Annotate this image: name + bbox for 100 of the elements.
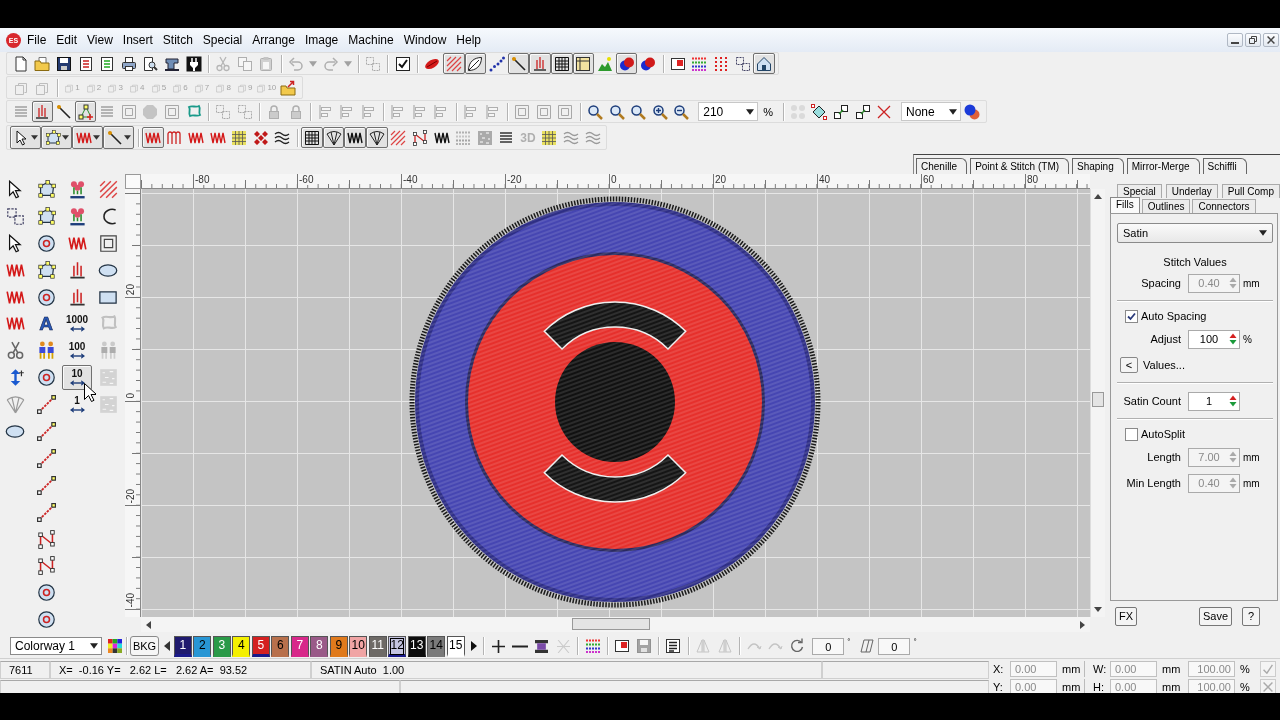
unit-label: mm bbox=[1162, 680, 1180, 693]
toolbar-button[interactable] bbox=[344, 127, 366, 148]
color-grid-icon[interactable] bbox=[108, 639, 122, 653]
tab[interactable]: Underlay bbox=[1165, 184, 1218, 198]
number-field[interactable]: 100 bbox=[1188, 329, 1240, 349]
unit-label: mm bbox=[1062, 680, 1080, 693]
tab[interactable]: Pull Comp bbox=[1221, 184, 1280, 198]
minimize-button[interactable] bbox=[1227, 33, 1243, 47]
toolbar-button[interactable] bbox=[753, 53, 775, 74]
color-swatch[interactable]: 2 bbox=[193, 635, 212, 657]
menu-item[interactable]: Machine bbox=[343, 31, 399, 49]
color-swatch[interactable]: 10 bbox=[349, 635, 368, 657]
checkbox[interactable] bbox=[1125, 427, 1138, 441]
angle-field[interactable]: 0 bbox=[878, 637, 911, 655]
tool-button[interactable]: A bbox=[31, 311, 61, 337]
tool-button[interactable]: 100 bbox=[62, 338, 92, 364]
toolbar-button[interactable] bbox=[31, 101, 54, 122]
toolbar-button[interactable] bbox=[322, 127, 345, 148]
checkbox-icon bbox=[394, 55, 411, 72]
dropdown[interactable]: 210 bbox=[698, 102, 759, 121]
toolbar-button[interactable] bbox=[301, 127, 323, 148]
color-swatch[interactable]: 8 bbox=[310, 635, 329, 657]
menu-item[interactable]: File bbox=[22, 31, 52, 49]
menu-item[interactable]: Edit bbox=[51, 31, 83, 49]
overlapping-circles-icon bbox=[618, 55, 635, 72]
toolbar-button[interactable] bbox=[41, 126, 72, 149]
color-swatch[interactable]: 6 bbox=[271, 635, 290, 657]
horizontal-scrollbar[interactable] bbox=[141, 617, 1090, 632]
align-icon bbox=[411, 103, 428, 120]
tool-button[interactable]: 10 bbox=[62, 365, 92, 391]
right-arrow-icon[interactable] bbox=[1080, 620, 1086, 629]
menu-item[interactable]: View bbox=[82, 31, 118, 49]
spinner-icon[interactable] bbox=[1229, 333, 1237, 345]
collapse-button[interactable]: < bbox=[1120, 357, 1138, 373]
up-arrow-icon[interactable] bbox=[1094, 193, 1102, 199]
color-swatch[interactable]: 4 bbox=[232, 635, 251, 657]
menu-item[interactable]: Window bbox=[398, 31, 452, 49]
ruler-label: 80 bbox=[1027, 174, 1040, 185]
fill-type-dropdown[interactable]: Satin bbox=[1117, 223, 1273, 243]
toolbar-button[interactable] bbox=[572, 53, 595, 74]
tab[interactable]: Mirror-Merge bbox=[1126, 158, 1200, 174]
toolbar-button[interactable] bbox=[103, 126, 134, 149]
scrollbar-thumb[interactable] bbox=[572, 618, 650, 630]
color-swatch[interactable]: 9 bbox=[329, 635, 348, 657]
colorway-dropdown[interactable]: Colorway 1 bbox=[10, 637, 102, 655]
panel-button[interactable]: ? bbox=[1242, 606, 1260, 626]
tool-button[interactable]: 1 bbox=[62, 392, 92, 418]
ruler-label: -40 bbox=[125, 592, 136, 607]
close-button[interactable] bbox=[1263, 33, 1279, 47]
background-button[interactable]: BKG bbox=[130, 636, 159, 656]
color-swatch[interactable]: 13 bbox=[407, 635, 426, 657]
menu-item[interactable]: Help bbox=[451, 31, 486, 49]
color-swatch[interactable]: 5 bbox=[251, 635, 270, 657]
tab[interactable]: Shaping bbox=[1072, 158, 1124, 174]
menu-item[interactable]: Insert bbox=[117, 31, 158, 49]
toolbar-button[interactable] bbox=[615, 53, 638, 74]
color-swatch[interactable]: 11 bbox=[368, 635, 387, 657]
angle-field[interactable]: 0 bbox=[812, 637, 845, 655]
toolbar-button[interactable] bbox=[365, 127, 388, 148]
copy-icon bbox=[236, 55, 253, 72]
color-swatch[interactable]: 14 bbox=[427, 635, 446, 657]
scrollbar-thumb[interactable] bbox=[1092, 392, 1104, 407]
menu-item[interactable]: Arrange bbox=[247, 31, 300, 49]
left-arrow-icon[interactable] bbox=[164, 641, 170, 651]
align-icon bbox=[317, 103, 334, 120]
tab[interactable]: Connectors bbox=[1192, 199, 1256, 213]
color-swatch[interactable]: 3 bbox=[212, 635, 231, 657]
ellipse-icon bbox=[98, 263, 118, 277]
number-field[interactable]: 1 bbox=[1188, 391, 1240, 411]
unit-label: ° bbox=[913, 637, 917, 646]
spinner-icon[interactable] bbox=[1229, 395, 1237, 407]
tool-button[interactable]: 1000 bbox=[62, 311, 92, 337]
toolbar-button[interactable] bbox=[464, 53, 487, 74]
tab[interactable]: Fills bbox=[1110, 197, 1140, 213]
tab[interactable]: Special bbox=[1117, 184, 1162, 198]
panel-button[interactable]: Save bbox=[1198, 606, 1232, 626]
toolbar-button[interactable] bbox=[10, 126, 41, 149]
tab[interactable]: Point & Stitch (TM) bbox=[970, 158, 1070, 174]
dropdown[interactable]: None bbox=[900, 102, 961, 121]
toolbar-button[interactable] bbox=[551, 53, 573, 74]
color-swatch[interactable]: 12 bbox=[388, 635, 407, 657]
tab[interactable]: Outlines bbox=[1141, 199, 1191, 213]
color-swatch[interactable]: 15 bbox=[446, 635, 465, 657]
unit-label: ° bbox=[847, 637, 851, 646]
left-arrow-icon[interactable] bbox=[145, 620, 151, 629]
color-swatch[interactable]: 7 bbox=[290, 635, 309, 657]
vertical-scrollbar[interactable] bbox=[1090, 189, 1105, 617]
checkbox[interactable] bbox=[1125, 309, 1138, 323]
restore-button[interactable] bbox=[1245, 33, 1261, 47]
field-label: X: bbox=[993, 662, 1005, 675]
color-swatch[interactable]: 1 bbox=[173, 635, 192, 657]
tab[interactable]: Schiffli bbox=[1202, 158, 1247, 174]
tab[interactable]: Chenille bbox=[916, 158, 968, 174]
right-arrow-icon[interactable] bbox=[470, 641, 477, 651]
toolbar-button[interactable] bbox=[529, 53, 552, 74]
panel-button[interactable]: FX bbox=[1115, 606, 1138, 626]
menu-item[interactable]: Special bbox=[197, 31, 248, 49]
down-arrow-icon[interactable] bbox=[1094, 607, 1102, 613]
menu-item[interactable]: Stitch bbox=[157, 31, 198, 49]
menu-item[interactable]: Image bbox=[299, 31, 344, 49]
